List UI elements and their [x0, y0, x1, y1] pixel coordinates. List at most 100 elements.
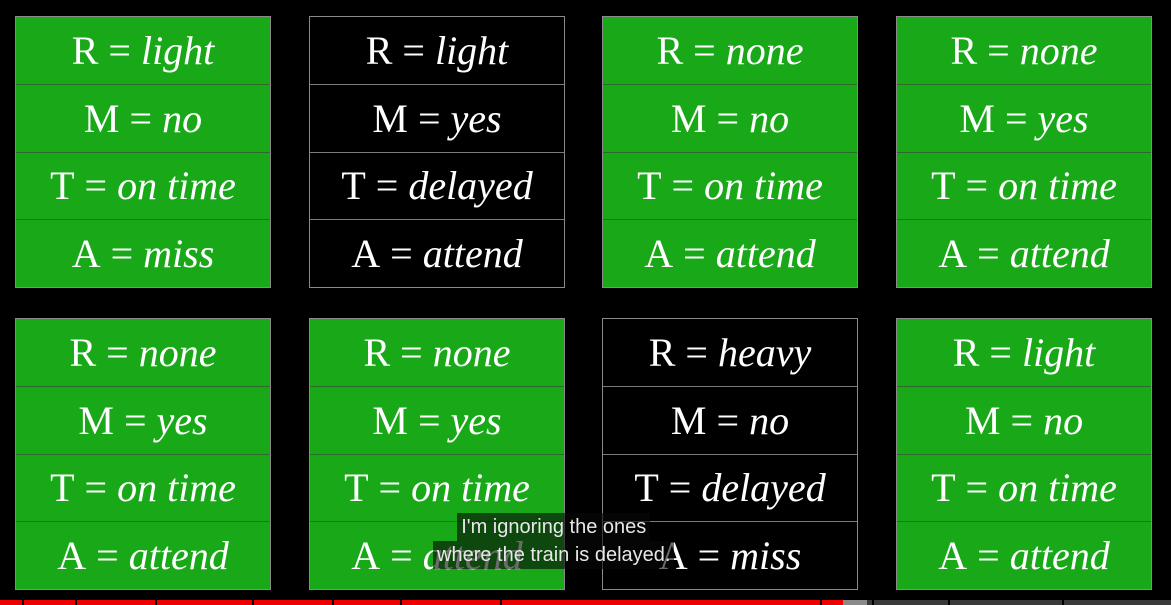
- card-row: A=attend: [897, 220, 1151, 287]
- card-row: T = on time: [16, 153, 270, 221]
- equals-sign: =: [400, 329, 423, 375]
- variable-name: A: [938, 533, 968, 579]
- equals-sign: =: [693, 27, 716, 73]
- variable-value: yes: [450, 95, 502, 141]
- card-row: M = yes: [310, 85, 564, 153]
- card-row: R = light: [310, 17, 564, 85]
- variable-value: delayed: [701, 465, 826, 511]
- variable-value: no: [162, 95, 203, 141]
- equals-sign: =: [378, 465, 402, 511]
- variable-value: heavy: [717, 329, 812, 375]
- variable-value: on time: [411, 465, 530, 511]
- variable-name: R: [363, 329, 391, 375]
- card-row: A=attend: [16, 522, 270, 589]
- variable-name: M: [372, 397, 408, 443]
- video-progress-bar[interactable]: [0, 600, 1171, 605]
- chapter-divider: [500, 600, 502, 605]
- variable-name: R: [365, 27, 393, 73]
- equals-sign: =: [84, 163, 108, 209]
- equals-sign: =: [110, 231, 134, 277]
- equals-sign: =: [1004, 95, 1028, 141]
- chapter-divider: [400, 600, 402, 605]
- card-row: M = no: [603, 85, 857, 153]
- chapter-divider: [155, 600, 157, 605]
- sample-card: R=noneM=yesT=on timeA=attend: [896, 16, 1152, 288]
- variable-value: on time: [704, 163, 823, 209]
- variable-value: no: [1043, 397, 1084, 443]
- equals-sign: =: [716, 95, 740, 141]
- card-row: T = on time: [897, 455, 1151, 523]
- variable-name: R: [648, 329, 676, 375]
- variable-value: miss: [143, 231, 215, 277]
- card-row: R = none: [16, 319, 270, 387]
- sample-card: R = light M = yes T = delayed A = attend: [309, 16, 565, 288]
- progress-played: [0, 600, 844, 605]
- variable-value: attend: [128, 533, 229, 579]
- equals-sign: =: [417, 397, 441, 443]
- card-row: T = on time: [897, 153, 1151, 221]
- equals-sign: =: [716, 397, 740, 443]
- card-row: R = none: [310, 319, 564, 387]
- variable-name: A: [71, 231, 101, 277]
- chapter-divider: [252, 600, 254, 605]
- variable-value: attend: [1009, 533, 1110, 579]
- equals-sign: =: [989, 329, 1012, 375]
- equals-sign: =: [108, 27, 131, 73]
- sample-card: R = none M = no T = on time A = attend: [602, 16, 858, 288]
- sample-card: R=noneM=yesT=on timeA=attend: [15, 318, 271, 590]
- equals-sign: =: [106, 329, 129, 375]
- variable-value: light: [1021, 329, 1096, 375]
- variable-value: attend: [422, 231, 523, 277]
- variable-name: M: [959, 95, 995, 141]
- variable-name: T: [931, 163, 956, 209]
- card-row: R = none: [603, 17, 857, 85]
- variable-name: R: [950, 27, 978, 73]
- variable-value: none: [725, 27, 804, 73]
- sample-card: R = light M = no T = on time A = attend: [896, 318, 1152, 590]
- variable-name: R: [69, 329, 97, 375]
- variable-value: on time: [998, 465, 1117, 511]
- variable-name: A: [938, 231, 968, 277]
- equals-sign: =: [671, 163, 695, 209]
- equals-sign: =: [390, 533, 413, 579]
- chapter-divider: [332, 600, 334, 605]
- equals-sign: =: [402, 27, 425, 73]
- variable-value: miss: [730, 533, 802, 579]
- equals-sign: =: [84, 465, 108, 511]
- variable-name: M: [670, 397, 707, 443]
- variable-name: M: [670, 95, 707, 141]
- variable-name: A: [57, 533, 87, 579]
- variable-name: T: [50, 465, 75, 511]
- variable-name: R: [952, 329, 980, 375]
- card-row: T = delayed: [310, 153, 564, 221]
- card-row: M = yes: [16, 387, 270, 455]
- variable-value: none: [138, 329, 217, 375]
- card-row: M = no: [603, 387, 857, 455]
- card-row: M = yes: [897, 85, 1151, 153]
- chapter-divider: [872, 600, 874, 605]
- card-row: M = yes: [310, 387, 564, 455]
- equals-sign: =: [375, 163, 399, 209]
- equals-sign: =: [683, 231, 706, 277]
- equals-sign: =: [977, 533, 1000, 579]
- variable-name: T: [344, 465, 369, 511]
- card-row: A=attend: [603, 220, 857, 287]
- variable-name: T: [637, 163, 662, 209]
- equals-sign: =: [965, 163, 989, 209]
- variable-value: yes: [450, 397, 502, 443]
- variable-name: M: [372, 95, 408, 141]
- caption-line-2: where the train is delayed.: [433, 541, 675, 569]
- variable-name: M: [83, 95, 120, 141]
- chapter-divider: [75, 600, 77, 605]
- variable-value: on time: [117, 163, 236, 209]
- variable-name: R: [71, 27, 99, 73]
- variable-value: light: [140, 27, 215, 73]
- card-row: R = light: [16, 17, 270, 85]
- variable-name: A: [644, 231, 674, 277]
- card-row: A=attend: [310, 220, 564, 287]
- variable-name: M: [78, 397, 114, 443]
- variable-value: none: [1019, 27, 1098, 73]
- variable-value: yes: [156, 397, 208, 443]
- variable-value: attend: [715, 231, 816, 277]
- variable-value: yes: [1037, 95, 1089, 141]
